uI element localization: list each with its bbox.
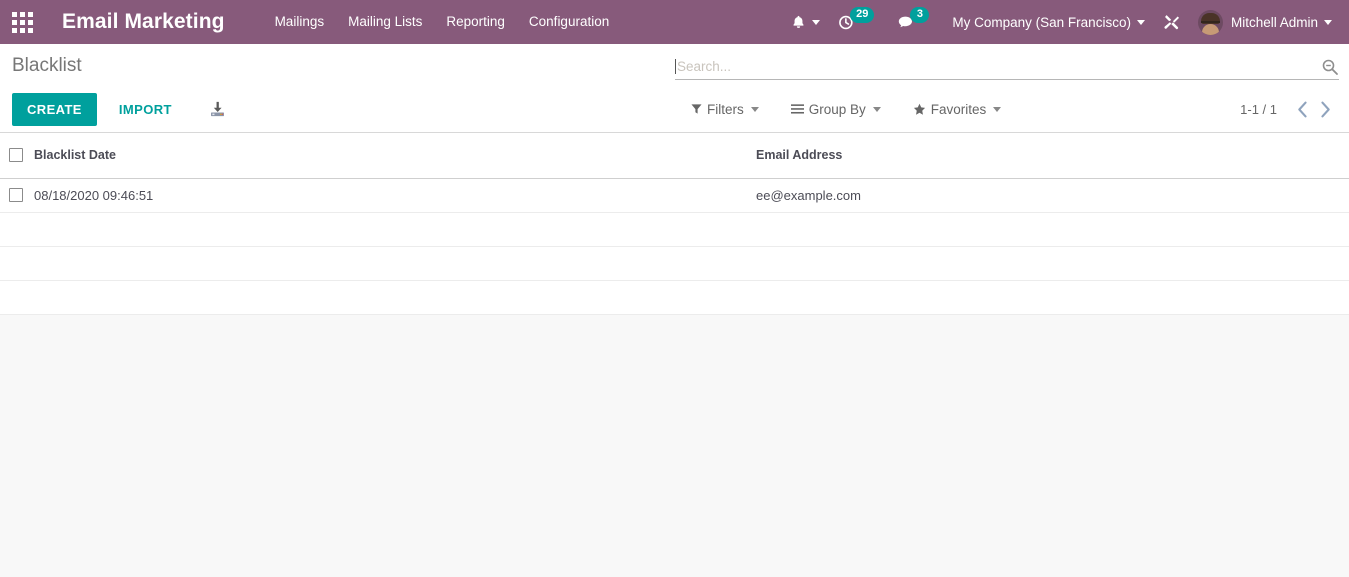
menu-item-reporting[interactable]: Reporting <box>434 0 517 44</box>
developer-tools-button[interactable] <box>1154 0 1189 44</box>
create-button[interactable]: CREATE <box>12 92 97 126</box>
bell-icon <box>793 15 804 28</box>
download-button[interactable] <box>200 100 235 119</box>
favorites-label: Favorites <box>930 101 987 117</box>
control-panel: Blacklist CREATE IMPORT <box>0 44 1349 133</box>
search-icon[interactable] <box>1321 58 1339 76</box>
navbar-right-tools: 29 3 My Company (San Francisco) Mitchell… <box>782 0 1349 44</box>
avatar <box>1197 9 1223 35</box>
chevron-down-icon <box>1136 19 1145 25</box>
table-body: 08/18/2020 09:46:51 ee@example.com <box>0 178 1349 315</box>
page-background <box>0 314 1349 577</box>
company-name-label: My Company (San Francisco) <box>952 14 1131 30</box>
search-bar[interactable] <box>675 54 1339 80</box>
app-brand-title[interactable]: Email Marketing <box>62 10 225 34</box>
pager-next-button[interactable] <box>1314 99 1337 120</box>
user-menu[interactable]: Mitchell Admin <box>1189 0 1341 44</box>
empty-row <box>0 246 1349 281</box>
cell-email-address[interactable]: ee@example.com <box>756 178 1349 213</box>
messaging-count-badge: 3 <box>910 7 930 23</box>
list-view: Blacklist Date Email Address 08/18/2020 … <box>0 133 1349 315</box>
select-all-cell <box>0 133 34 179</box>
filters-label: Filters <box>707 101 744 117</box>
column-header-email-address[interactable]: Email Address <box>756 133 1349 179</box>
row-checkbox[interactable] <box>9 188 23 202</box>
pager-count: 1-1 / 1 <box>1240 101 1277 117</box>
apps-menu-button[interactable] <box>0 0 44 44</box>
control-panel-bottom-row: CREATE IMPORT Filters Group By Favorites… <box>0 86 1349 132</box>
group-by-dropdown[interactable]: Group By <box>783 98 889 121</box>
hamburger-lines-icon <box>790 103 804 115</box>
wrench-screwdriver-icon <box>1164 14 1179 29</box>
table-header: Blacklist Date Email Address <box>0 133 1349 179</box>
pager-previous-button[interactable] <box>1291 99 1314 120</box>
top-navbar: Email Marketing Mailings Mailing Lists R… <box>0 0 1349 44</box>
chevron-down-icon <box>1324 19 1332 25</box>
user-name-label: Mitchell Admin <box>1230 14 1318 30</box>
header-row: Blacklist Date Email Address <box>0 133 1349 179</box>
menu-item-configuration[interactable]: Configuration <box>517 0 621 44</box>
text-cursor <box>675 59 676 74</box>
pager: 1-1 / 1 <box>1240 86 1337 132</box>
empty-row <box>0 212 1349 247</box>
messaging-menu[interactable]: 3 <box>888 0 943 44</box>
chevron-down-icon <box>812 19 821 25</box>
cell-blacklist-date[interactable]: 08/18/2020 09:46:51 <box>34 178 756 213</box>
group-by-label: Group By <box>808 101 866 117</box>
search-input[interactable] <box>677 55 1321 78</box>
column-header-blacklist-date[interactable]: Blacklist Date <box>34 133 756 179</box>
activity-bell-menu[interactable] <box>782 0 829 44</box>
chevron-down-icon <box>872 106 881 112</box>
favorites-dropdown[interactable]: Favorites <box>905 98 1010 121</box>
table-row[interactable]: 08/18/2020 09:46:51 ee@example.com <box>0 178 1349 213</box>
filter-funnel-icon <box>691 103 702 115</box>
chevron-down-icon <box>750 106 759 112</box>
download-icon <box>210 101 224 116</box>
filters-dropdown[interactable]: Filters <box>683 98 767 121</box>
breadcrumb[interactable]: Blacklist <box>12 54 82 78</box>
activity-count-badge: 29 <box>850 7 875 23</box>
empty-row <box>0 280 1349 315</box>
menu-item-mailing-lists[interactable]: Mailing Lists <box>336 0 434 44</box>
chevron-right-icon <box>1321 101 1330 117</box>
search-filter-buttons: Filters Group By Favorites <box>683 86 1025 132</box>
chevron-left-icon <box>1298 101 1307 117</box>
star-icon <box>913 103 926 116</box>
company-switcher[interactable]: My Company (San Francisco) <box>943 0 1154 44</box>
import-button[interactable]: IMPORT <box>109 93 182 126</box>
app-root: Email Marketing Mailings Mailing Lists R… <box>0 0 1349 577</box>
apps-grid-icon <box>11 11 33 33</box>
menu-item-mailings[interactable]: Mailings <box>263 0 337 44</box>
chevron-down-icon <box>993 106 1002 112</box>
blacklist-table: Blacklist Date Email Address 08/18/2020 … <box>0 133 1349 315</box>
control-panel-top-row: Blacklist <box>0 44 1349 86</box>
main-menu: Mailings Mailing Lists Reporting Configu… <box>263 0 622 44</box>
select-all-checkbox[interactable] <box>9 148 23 163</box>
activity-counter-menu[interactable]: 29 <box>829 0 888 44</box>
row-select-cell <box>0 178 34 213</box>
